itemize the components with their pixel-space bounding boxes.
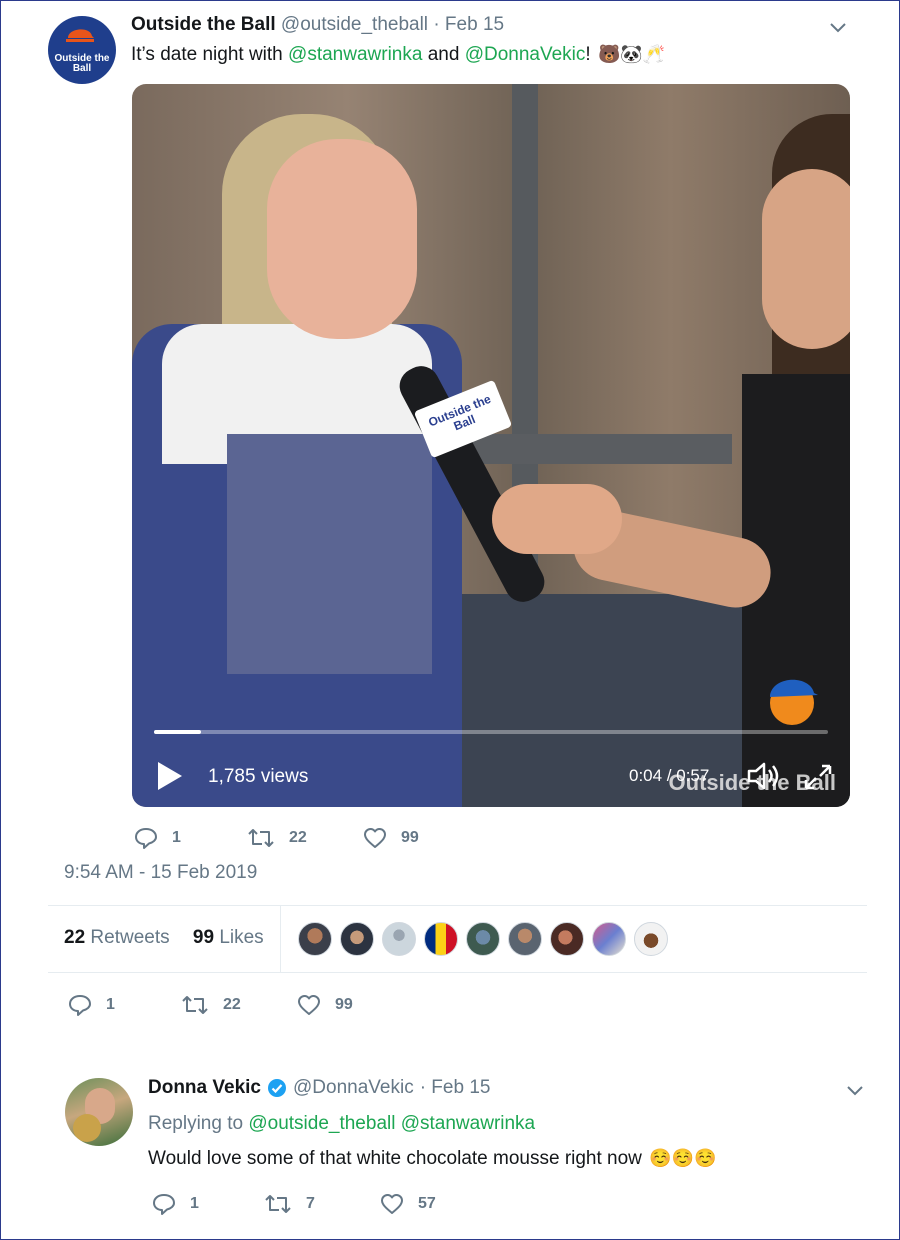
likes-total[interactable]: 99 (193, 927, 214, 948)
tweet-stats: 22 Retweets 99 Likes (64, 927, 282, 949)
retweet-button[interactable]: 22 (247, 826, 307, 850)
replying-mentions[interactable]: @outside_theball @stanwawrinka (248, 1113, 535, 1134)
liker-avatars (298, 922, 676, 956)
reply-icon (153, 1194, 175, 1215)
stats-divider (280, 906, 281, 972)
reply-header: Donna Vekic @DonnaVekic · Feb 15 (148, 1077, 490, 1099)
author-name[interactable]: Outside the Ball (131, 14, 276, 35)
interviewee-face (267, 139, 417, 339)
interviewee-sweater (227, 434, 432, 674)
mention-donnavekic[interactable]: @DonnaVekic (465, 44, 586, 65)
interviewer-hand (492, 484, 622, 554)
retweets-label[interactable]: Retweets (90, 927, 169, 948)
video-time: 0:04 / 0:57 (629, 766, 710, 785)
reply-count: 1 (172, 829, 181, 846)
reply-text-body: Would love some of that white chocolate … (148, 1148, 642, 1169)
volume-muted-icon[interactable] (746, 760, 782, 792)
retweet-icon (248, 829, 274, 847)
like-button[interactable]: 99 (363, 826, 419, 850)
fullscreen-icon[interactable] (802, 762, 834, 792)
retweets-total[interactable]: 22 (64, 927, 85, 948)
tweet-date[interactable]: · Feb 15 (433, 14, 504, 35)
tweet-text-prefix: It’s date night with (131, 44, 289, 65)
author-handle[interactable]: @outside_theball (281, 14, 428, 35)
reply-button[interactable]: 1 (134, 826, 181, 850)
avatar-logo-text: Outside the Ball (54, 53, 110, 74)
play-icon[interactable] (156, 760, 184, 792)
liker-avatar[interactable] (508, 922, 542, 956)
retweet-count: 7 (306, 1195, 315, 1212)
divider (48, 972, 867, 973)
reply-count: 1 (190, 1195, 199, 1212)
tweet-text-suffix: ! (585, 44, 591, 65)
liker-avatar[interactable] (550, 922, 584, 956)
reply-icon (69, 995, 91, 1016)
video-views: 1,785 views (208, 766, 309, 787)
liker-avatar[interactable] (298, 922, 332, 956)
divider (48, 905, 867, 906)
flag-avatar[interactable] (424, 922, 458, 956)
like-count: 99 (401, 829, 419, 846)
tweet-timestamp[interactable]: 9:54 AM - 15 Feb 2019 (64, 862, 257, 884)
watermark-ball-icon (770, 679, 818, 725)
default-avatar-icon[interactable] (382, 922, 416, 956)
reply-button[interactable]: 1 (68, 993, 115, 1017)
cap-logo-icon (66, 29, 94, 42)
reply-button[interactable]: 1 (152, 1192, 199, 1216)
verified-badge-icon (268, 1079, 286, 1097)
like-count: 57 (418, 1195, 436, 1212)
wall-rail (472, 434, 732, 464)
video-progress-fill (154, 730, 202, 734)
tweet-text-middle: and (422, 44, 465, 65)
mention-stanwawrinka[interactable]: @stanwawrinka (288, 44, 422, 65)
tweet-emojis: 🐻🐼🥂 (597, 44, 666, 65)
donna-vekic-avatar[interactable] (65, 1078, 133, 1146)
chevron-down-icon[interactable] (828, 18, 848, 38)
video-progress-bar[interactable] (154, 730, 828, 734)
video-player[interactable]: Outside the Ball Outside the Ball 1,785 … (132, 84, 850, 807)
liker-avatar[interactable] (634, 922, 668, 956)
reply-author-handle[interactable]: @DonnaVekic (293, 1077, 414, 1099)
retweet-count: 22 (289, 829, 307, 846)
retweet-button[interactable]: 22 (181, 993, 241, 1017)
like-button[interactable]: 57 (380, 1192, 436, 1216)
reply-text: Would love some of that white chocolate … (148, 1148, 716, 1170)
reply-author-name[interactable]: Donna Vekic (148, 1077, 261, 1099)
replying-label: Replying to (148, 1113, 249, 1134)
retweet-button[interactable]: 7 (264, 1192, 315, 1216)
interviewer-face (762, 169, 850, 349)
tweet-text: It’s date night with @stanwawrinka and @… (131, 44, 665, 66)
liker-avatar[interactable] (340, 922, 374, 956)
like-button[interactable]: 99 (297, 993, 353, 1017)
reply-date[interactable]: · Feb 15 (420, 1077, 491, 1099)
liker-avatar[interactable] (466, 922, 500, 956)
heart-icon (298, 995, 320, 1015)
like-count: 99 (335, 996, 353, 1013)
retweet-count: 22 (223, 996, 241, 1013)
retweet-icon (265, 1195, 291, 1213)
outside-the-ball-avatar[interactable]: Outside the Ball (48, 16, 116, 84)
heart-icon (364, 828, 386, 848)
reply-count: 1 (106, 996, 115, 1013)
avatar-trophy (73, 1114, 101, 1142)
reply-emojis: ☺️☺️☺️ (649, 1148, 717, 1169)
liker-avatar[interactable] (592, 922, 626, 956)
likes-label[interactable]: Likes (219, 927, 263, 948)
retweet-icon (182, 996, 208, 1014)
tweet-header: Outside the Ball @outside_theball · Feb … (131, 14, 504, 36)
reply-icon (135, 828, 157, 849)
replying-to: Replying to @outside_theball @stanwawrin… (148, 1113, 535, 1135)
heart-icon (381, 1194, 403, 1214)
chevron-down-icon[interactable] (845, 1081, 865, 1101)
